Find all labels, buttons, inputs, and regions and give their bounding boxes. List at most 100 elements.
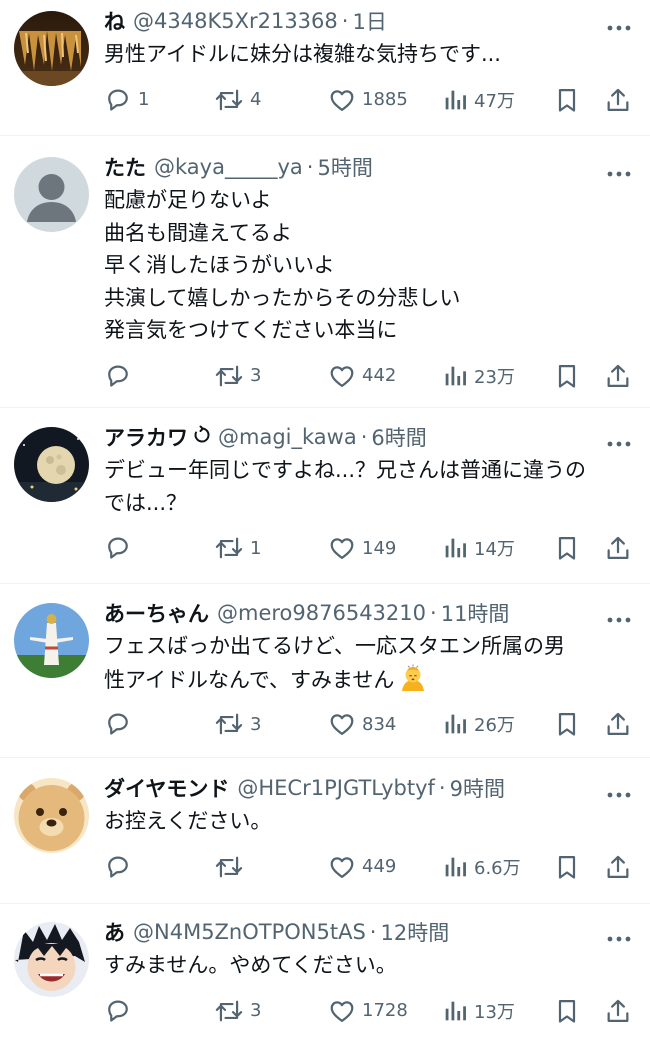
heart-icon [328, 534, 356, 562]
user-handle[interactable]: @kaya_____ya [154, 155, 303, 179]
more-options-icon[interactable] [606, 784, 632, 798]
cycle-icon [192, 425, 212, 450]
post-time[interactable]: 5時間 [317, 152, 372, 182]
reply-button[interactable] [104, 709, 138, 739]
bookmark-button[interactable] [554, 361, 580, 391]
like-button[interactable]: 442 [328, 361, 396, 391]
reply-button[interactable] [104, 361, 138, 391]
more-options-icon[interactable] [606, 163, 632, 177]
moon-photo-avatar[interactable] [14, 427, 89, 502]
share-icon [604, 86, 632, 114]
reply-button[interactable] [104, 996, 138, 1026]
user-handle[interactable]: @magi_kawa [218, 425, 357, 449]
views-button[interactable]: 14万 [442, 533, 515, 563]
views-count: 13万 [474, 1001, 515, 1023]
retweet-icon [214, 362, 244, 390]
heart-icon [328, 853, 356, 881]
retweet-button[interactable]: 3 [214, 996, 261, 1026]
like-button[interactable]: 449 [328, 852, 396, 882]
views-button[interactable]: 26万 [442, 709, 515, 739]
display-name[interactable]: ね [104, 6, 125, 36]
retweet-button[interactable]: 1 [214, 533, 261, 563]
retweet-count: 3 [250, 365, 262, 386]
reply-icon [104, 362, 132, 390]
post-time[interactable]: 1日 [352, 6, 386, 36]
share-button[interactable] [604, 85, 632, 115]
share-icon [604, 710, 632, 738]
retweet-button[interactable]: 3 [214, 361, 261, 391]
tweet-body: 男性アイドルに妹分は複雑な気持ちです... [104, 38, 640, 71]
display-name[interactable]: アラカワ [104, 422, 188, 452]
user-handle[interactable]: @4348K5Xr213368 [133, 9, 338, 33]
heart-icon [328, 710, 356, 738]
like-button[interactable]: 1728 [328, 996, 408, 1026]
like-button[interactable]: 1885 [328, 85, 408, 115]
bookmark-button[interactable] [554, 996, 580, 1026]
anime-character-avatar[interactable] [14, 922, 89, 997]
bookmark-button[interactable] [554, 533, 580, 563]
tweet-header: アラカワ @magi_kawa · 6時間 [104, 422, 427, 452]
share-button[interactable] [604, 533, 632, 563]
display-name[interactable]: あ [104, 917, 125, 947]
post-time[interactable]: 11時間 [441, 598, 510, 628]
views-count: 14万 [474, 539, 515, 560]
views-button[interactable]: 13万 [442, 996, 515, 1026]
views-button[interactable]: 6.6万 [442, 852, 521, 882]
more-options-icon[interactable] [606, 609, 632, 623]
bookmark-button[interactable] [554, 852, 580, 882]
tweet-text-line: 曲名も間違えてるよ [104, 220, 292, 245]
views-count: 47万 [474, 90, 515, 112]
reply-icon [104, 86, 132, 114]
like-count: 149 [362, 537, 397, 559]
user-handle[interactable]: @mero9876543210 [217, 601, 426, 625]
bookmark-icon [554, 853, 580, 881]
bar-chart-icon [442, 997, 468, 1025]
views-button[interactable]: 23万 [442, 361, 515, 391]
share-button[interactable] [604, 361, 632, 391]
action-bar: 3 1728 13万 [104, 996, 634, 1026]
views-count: 23万 [474, 366, 515, 388]
reply-button[interactable] [104, 852, 138, 882]
tweet-text-line: すみません。やめてください。 [104, 953, 397, 977]
share-button[interactable] [604, 996, 632, 1026]
like-button[interactable]: 834 [328, 709, 396, 739]
like-button[interactable]: 149 [328, 533, 396, 563]
tweet-text-line: 共演して嬉しかったからその分悲しい [104, 285, 461, 310]
separator-dot: · [438, 776, 446, 800]
retweet-button[interactable] [214, 852, 250, 882]
user-handle[interactable]: @HECr1PJGTLybtyf [237, 776, 435, 800]
more-options-icon[interactable] [606, 17, 632, 31]
separator-dot: · [341, 9, 349, 33]
tower-photo-avatar[interactable] [14, 603, 89, 678]
bookmark-button[interactable] [554, 709, 580, 739]
retweet-button[interactable]: 4 [214, 85, 261, 115]
retweet-count: 3 [250, 1000, 262, 1021]
user-handle[interactable]: @N4M5ZnOTPON5tAS [133, 920, 366, 944]
display-name[interactable]: たた [104, 152, 146, 182]
post-time[interactable]: 6時間 [371, 422, 426, 452]
more-options-icon[interactable] [606, 928, 632, 942]
display-name[interactable]: あーちゃん [104, 598, 209, 628]
display-name[interactable]: ダイヤモンド [104, 773, 229, 803]
share-button[interactable] [604, 709, 632, 739]
tweet-body: 配慮が足りないよ 曲名も間違えてるよ 早く消したほうがいいよ 共演して嬉しかったからそ… [104, 184, 640, 347]
retweet-button[interactable]: 3 [214, 709, 261, 739]
post-time[interactable]: 12時間 [380, 917, 449, 947]
share-icon [604, 997, 632, 1025]
bookmark-button[interactable] [554, 85, 580, 115]
bar-chart-icon [442, 534, 468, 562]
reply-icon [104, 710, 132, 738]
post-time[interactable]: 9時間 [450, 773, 505, 803]
default-person-avatar[interactable] [14, 157, 89, 232]
reply-button[interactable]: 1 [104, 85, 149, 115]
views-button[interactable]: 47万 [442, 85, 515, 115]
tweet-header: ダイヤモンド @HECr1PJGTLybtyf · 9時間 [104, 773, 505, 803]
cave-photo-avatar[interactable] [14, 11, 89, 86]
tweet-body: デビュー年同じですよね...？兄さんは普通に違うの では...？ [104, 454, 640, 519]
share-button[interactable] [604, 852, 632, 882]
bear-face-avatar[interactable] [14, 778, 89, 853]
tweet-header: たた @kaya_____ya · 5時間 [104, 152, 373, 182]
more-options-icon[interactable] [606, 433, 632, 447]
action-bar: 3 442 23万 [104, 361, 634, 391]
reply-button[interactable] [104, 533, 138, 563]
